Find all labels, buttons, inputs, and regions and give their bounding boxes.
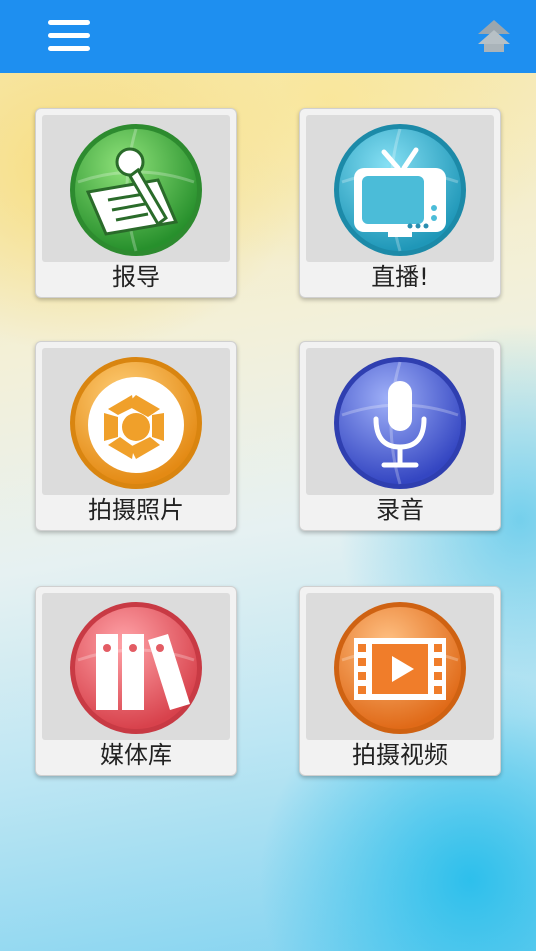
tv-icon <box>334 124 466 256</box>
double-chevron-up-icon[interactable] <box>474 18 514 56</box>
record-audio-tile[interactable]: 录音 <box>299 341 501 531</box>
tile-icon-area <box>42 115 230 262</box>
media-library-tile[interactable]: 媒体库 <box>35 586 237 776</box>
tile-label: 录音 <box>376 496 424 524</box>
tile-label: 拍摄视频 <box>352 741 448 769</box>
record-video-tile[interactable]: 拍摄视频 <box>299 586 501 776</box>
top-app-bar <box>0 0 536 73</box>
binders-icon <box>70 602 202 734</box>
microphone-icon <box>334 357 466 489</box>
tile-label: 拍摄照片 <box>88 496 184 524</box>
video-film-icon <box>334 602 466 734</box>
report-tile[interactable]: 报导 <box>35 108 237 298</box>
tile-icon-area <box>306 115 494 262</box>
tile-icon-area <box>42 593 230 740</box>
live-tile[interactable]: 直播! <box>299 108 501 298</box>
tile-icon-area <box>306 348 494 495</box>
microphone-paper-icon <box>70 124 202 256</box>
take-photo-tile[interactable]: 拍摄照片 <box>35 341 237 531</box>
tile-icon-area <box>306 593 494 740</box>
tile-label: 媒体库 <box>100 741 172 769</box>
tile-label: 报导 <box>112 263 160 291</box>
camera-shutter-icon <box>70 357 202 489</box>
tile-label: 直播! <box>371 263 429 291</box>
hamburger-menu-icon[interactable] <box>48 20 90 52</box>
tile-icon-area <box>42 348 230 495</box>
